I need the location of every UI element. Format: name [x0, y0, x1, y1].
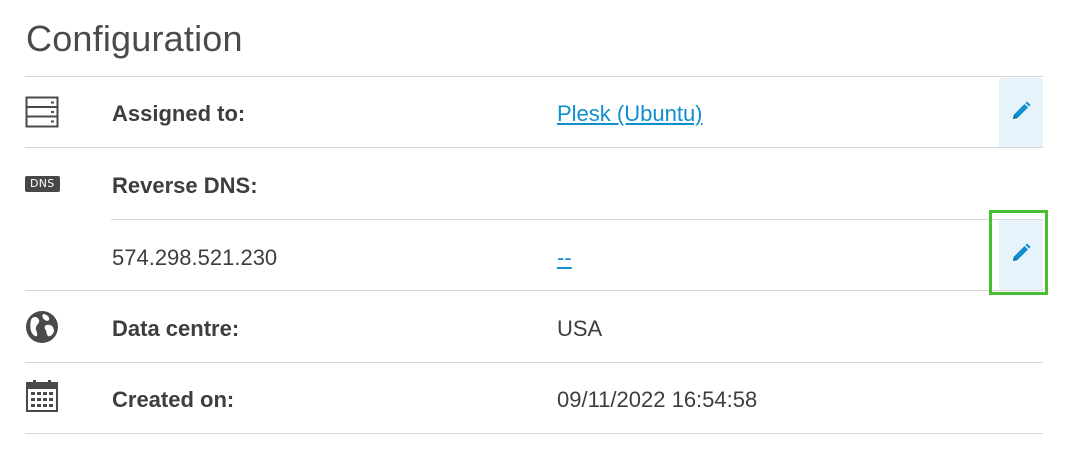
globe-icon — [25, 310, 59, 349]
assigned-to-label: Assigned to: — [112, 101, 246, 126]
divider — [25, 433, 1043, 434]
assigned-to-link[interactable]: Plesk (Ubuntu) — [557, 101, 703, 127]
created-on-label: Created on: — [112, 387, 235, 412]
data-centre-value: USA — [557, 316, 603, 341]
dns-icon: DNS — [25, 174, 60, 192]
edit-reverse-dns-button[interactable] — [999, 220, 1043, 290]
reverse-dns-value-link[interactable]: -- — [557, 245, 572, 271]
divider — [25, 362, 1043, 363]
edit-assigned-button[interactable] — [999, 78, 1043, 148]
pencil-icon — [1011, 243, 1031, 268]
divider — [111, 219, 1043, 220]
divider — [25, 76, 1043, 77]
created-on-value: 09/11/2022 16:54:58 — [557, 387, 758, 412]
pencil-icon — [1011, 101, 1031, 126]
page-title: Configuration — [26, 18, 243, 59]
calendar-icon — [25, 379, 59, 418]
server-icon — [25, 96, 59, 133]
data-centre-label: Data centre: — [112, 316, 240, 341]
dns-badge: DNS — [25, 176, 60, 192]
divider — [25, 290, 1043, 291]
reverse-dns-ip: 574.298.521.230 — [112, 245, 278, 270]
reverse-dns-label: Reverse DNS: — [112, 173, 258, 198]
divider — [25, 147, 1043, 148]
